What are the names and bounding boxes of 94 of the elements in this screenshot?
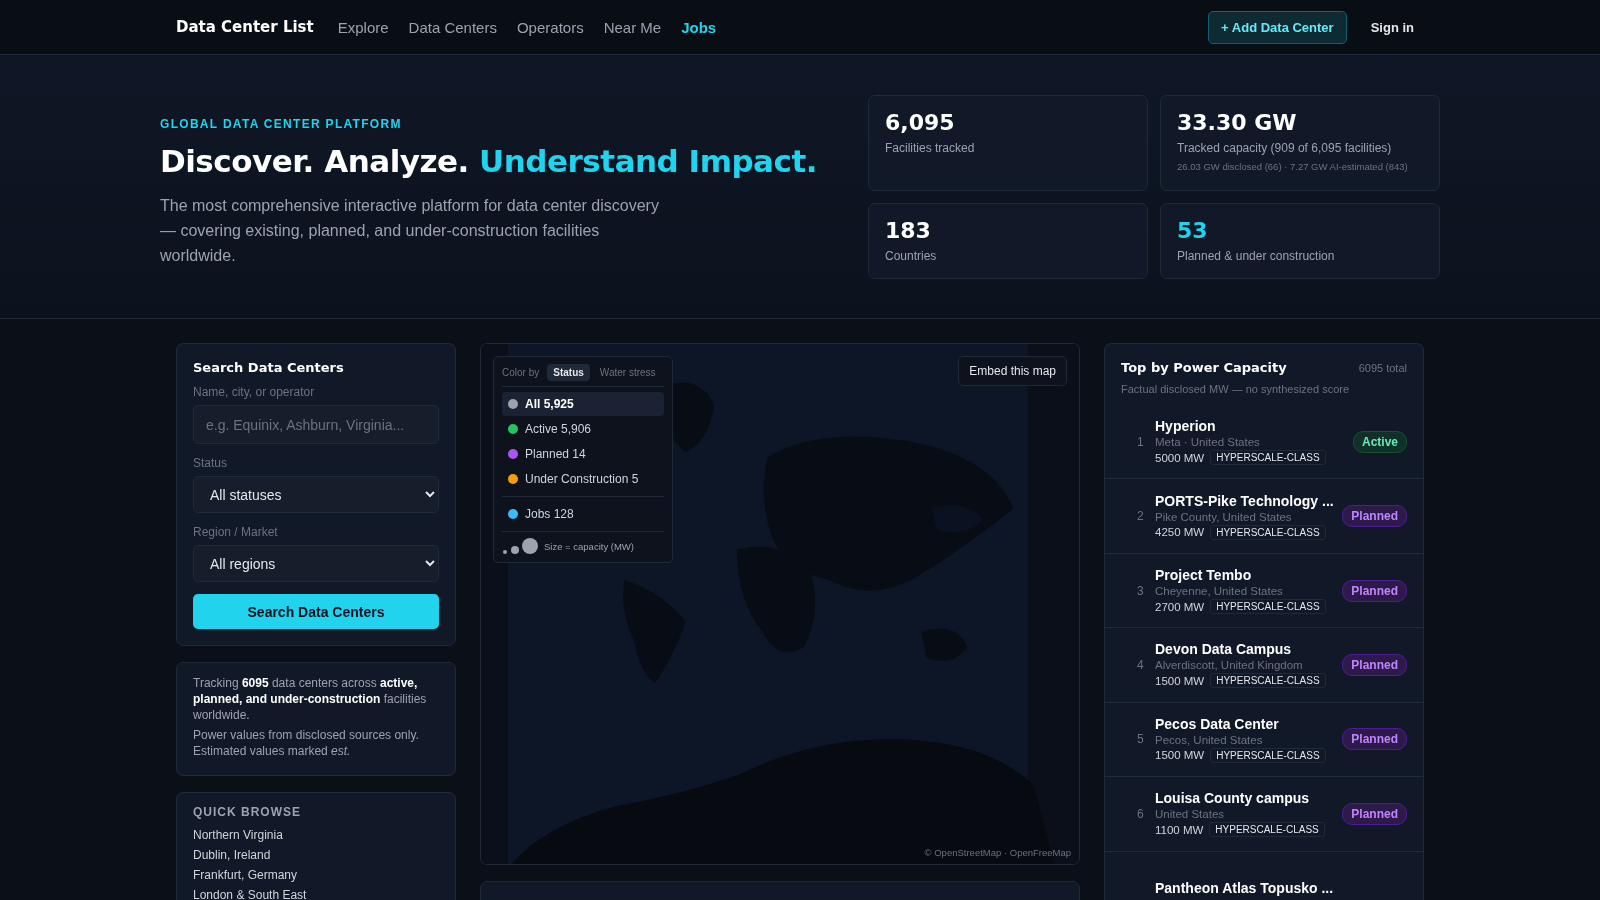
map-attribution: © OpenStreetMap · OpenFreeMap [924, 847, 1071, 858]
panel-title: Top by Power Capacity [1121, 360, 1287, 375]
power-value: 2700 MW [1155, 600, 1205, 613]
field-label: Region / Market [193, 525, 279, 539]
facility-name: Louisa County campus [1155, 790, 1311, 807]
stat-label: Facilities tracked [885, 141, 976, 155]
rank-number: 4 [1137, 657, 1145, 672]
status-badge: Planned [1342, 505, 1407, 528]
class-tag: HYPERSCALE-CLASS [1209, 822, 1325, 838]
nav-link[interactable]: Jobs [681, 18, 717, 36]
nav-link[interactable]: Data Centers [408, 18, 497, 36]
status-badge: Active [1352, 430, 1407, 453]
embed-map-button[interactable]: Embed this map [958, 356, 1067, 386]
field-label: Name, city, or operator [193, 385, 316, 399]
nav-link[interactable]: Near Me [603, 18, 662, 36]
rank-number: 2 [1137, 509, 1145, 524]
status-badge: Planned [1342, 579, 1407, 602]
class-tag: HYPERSCALE-CLASS [1210, 673, 1326, 689]
field-label: Status [193, 456, 229, 470]
ranking-row[interactable]: 1 Hyperion Meta · United States 5000 MW HYPERSCALE-CLASS Active [1105, 405, 1423, 480]
search-field[interactable]: e.g. Equinix, Ashburn, Virginia... [193, 405, 439, 444]
info-paragraph: Tracking 6095 data centers across active, planned, and under-construction facilities worldwide. [193, 675, 428, 723]
stat-value: 53 [1177, 218, 1209, 243]
rank-number: 1 [1137, 434, 1145, 449]
info-paragraph: Power values from disclosed sources only. Estimated values marked est. [193, 727, 420, 759]
power-value: 4250 MW [1155, 526, 1205, 539]
panel-title: Search Data Centers [193, 360, 345, 375]
rank-number: 5 [1137, 732, 1145, 747]
rank-number: 3 [1137, 583, 1145, 598]
legend-item[interactable]: Active 5,906 [502, 417, 664, 441]
facility-name: Project Tembo [1155, 567, 1253, 584]
hero-title: Discover. Analyze. Understand Impact. [160, 142, 817, 181]
nav-link[interactable]: Explore [337, 18, 389, 36]
quick-browse-link[interactable]: Frankfurt, Germany [193, 868, 439, 883]
total-count: 6095 total [1358, 362, 1407, 374]
class-tag: HYPERSCALE-CLASS [1210, 599, 1326, 615]
power-value: 5000 MW [1155, 451, 1205, 464]
sign-in-link[interactable]: Sign in [1370, 19, 1414, 35]
stat-label: Planned & under construction [1177, 249, 1336, 263]
class-tag: HYPERSCALE-CLASS [1210, 450, 1326, 466]
size-circles-icon [502, 537, 538, 555]
panel-subtitle: Factual disclosed MW — no synthesized score [1121, 383, 1351, 395]
facility-name: Pecos Data Center [1155, 715, 1280, 732]
ranking-row[interactable]: 5 Pecos Data Center Pecos, United States 1500 MW HYPERSCALE-CLASS Planned [1105, 702, 1423, 778]
ranking-row[interactable]: 6 Louisa County campus United States 1100 MW HYPERSCALE-CLASS Planned [1105, 777, 1423, 852]
class-tag: HYPERSCALE-CLASS [1210, 747, 1326, 763]
status-dropdown[interactable]: All statuses [193, 476, 439, 513]
eyebrow-label: GLOBAL DATA CENTER PLATFORM [160, 117, 403, 131]
ranking-row[interactable]: 4 Devon Data Campus Alverdiscott, United Kingdom 1500 MW HYPERSCALE-CLASS Planned [1105, 628, 1423, 703]
status-badge: Planned [1342, 653, 1407, 676]
power-value: 1500 MW [1155, 749, 1205, 762]
region-dropdown[interactable]: All regions [193, 545, 439, 582]
legend-label: Size = capacity (MW) [544, 540, 634, 552]
legend-item[interactable]: All 5,925 [502, 392, 664, 416]
color-mode-tab[interactable]: Water stress [593, 364, 662, 381]
power-value: 1100 MW [1155, 823, 1204, 836]
legend-item[interactable]: Jobs 128 [502, 502, 664, 526]
quick-browse-link[interactable]: Northern Virginia [193, 828, 439, 843]
facility-name: Pantheon Atlas Topusko ... [1155, 880, 1335, 897]
facility-name: PORTS-Pike Technology ... [1155, 492, 1333, 509]
stat-value: 183 [885, 218, 932, 243]
facility-location: Meta · United States [1155, 436, 1261, 449]
nav-link[interactable]: Operators [516, 18, 584, 36]
class-tag: HYPERSCALE-CLASS [1210, 524, 1326, 540]
facility-name: Hyperion [1155, 418, 1217, 435]
ranking-row[interactable]: 2 PORTS-Pike Technology ... Pike County, United States 4250 MW HYPERSCALE-CLASS Planned [1105, 479, 1423, 554]
color-mode-tab[interactable]: Status [547, 364, 590, 381]
stat-label: Tracked capacity (909 of 6,095 facilities) [1177, 141, 1393, 155]
stat-note: 26.03 GW disclosed (66) · 7.27 GW AI-estimated (843) [1177, 161, 1409, 172]
legend-label: Color by [502, 367, 540, 378]
rank-number: 6 [1137, 806, 1145, 821]
ranking-row[interactable]: Pantheon Atlas Topusko ... [1105, 851, 1423, 900]
legend-item[interactable]: Planned 14 [502, 442, 664, 466]
stat-label: Countries [885, 249, 938, 263]
facility-location: United States [1155, 808, 1226, 821]
ranking-row[interactable]: 3 Project Tembo Cheyenne, United States 2700 MW HYPERSCALE-CLASS Planned [1105, 553, 1423, 629]
power-value: 1500 MW [1155, 674, 1205, 687]
add-data-center-button[interactable]: + Add Data Center [1208, 10, 1347, 44]
section-heading: QUICK BROWSE [193, 805, 302, 819]
site-logo[interactable]: Data Center List [176, 18, 314, 36]
hero-description: The most comprehensive interactive platform for data center discovery — covering existing, planned, and under-construction facilities worldwide. [160, 196, 660, 266]
status-badge: Planned [1342, 802, 1407, 825]
quick-browse-link[interactable]: Dublin, Ireland [193, 848, 439, 863]
stat-value: 33.30 GW [1177, 110, 1298, 135]
facility-location: Alverdiscott, United Kingdom [1155, 659, 1304, 672]
status-badge: Planned [1342, 728, 1407, 751]
search-button[interactable]: Search Data Centers [193, 594, 439, 629]
facility-location: Cheyenne, United States [1155, 585, 1284, 598]
facility-location: Pike County, United States [1155, 510, 1293, 523]
facility-name: Devon Data Campus [1155, 641, 1293, 658]
legend-item[interactable]: Under Construction 5 [502, 467, 664, 491]
stat-value: 6,095 [885, 110, 956, 135]
quick-browse-link[interactable]: London & South East [193, 888, 439, 900]
facility-location: Pecos, United States [1155, 733, 1264, 746]
